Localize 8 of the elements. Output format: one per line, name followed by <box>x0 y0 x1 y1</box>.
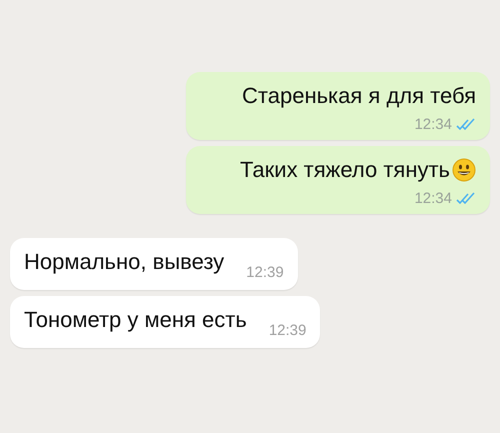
message-text: Старенькая я для тебя <box>242 82 476 110</box>
message-time: 12:34 <box>414 116 452 134</box>
message-time: 12:39 <box>246 264 284 282</box>
message-text: Таких тяжело тянуть <box>240 156 450 184</box>
message-text: Тонометр у меня есть <box>24 306 247 334</box>
message-text: Нормально, вывезу <box>24 248 224 276</box>
message-time: 12:34 <box>414 190 452 208</box>
message-time: 12:39 <box>268 322 306 340</box>
